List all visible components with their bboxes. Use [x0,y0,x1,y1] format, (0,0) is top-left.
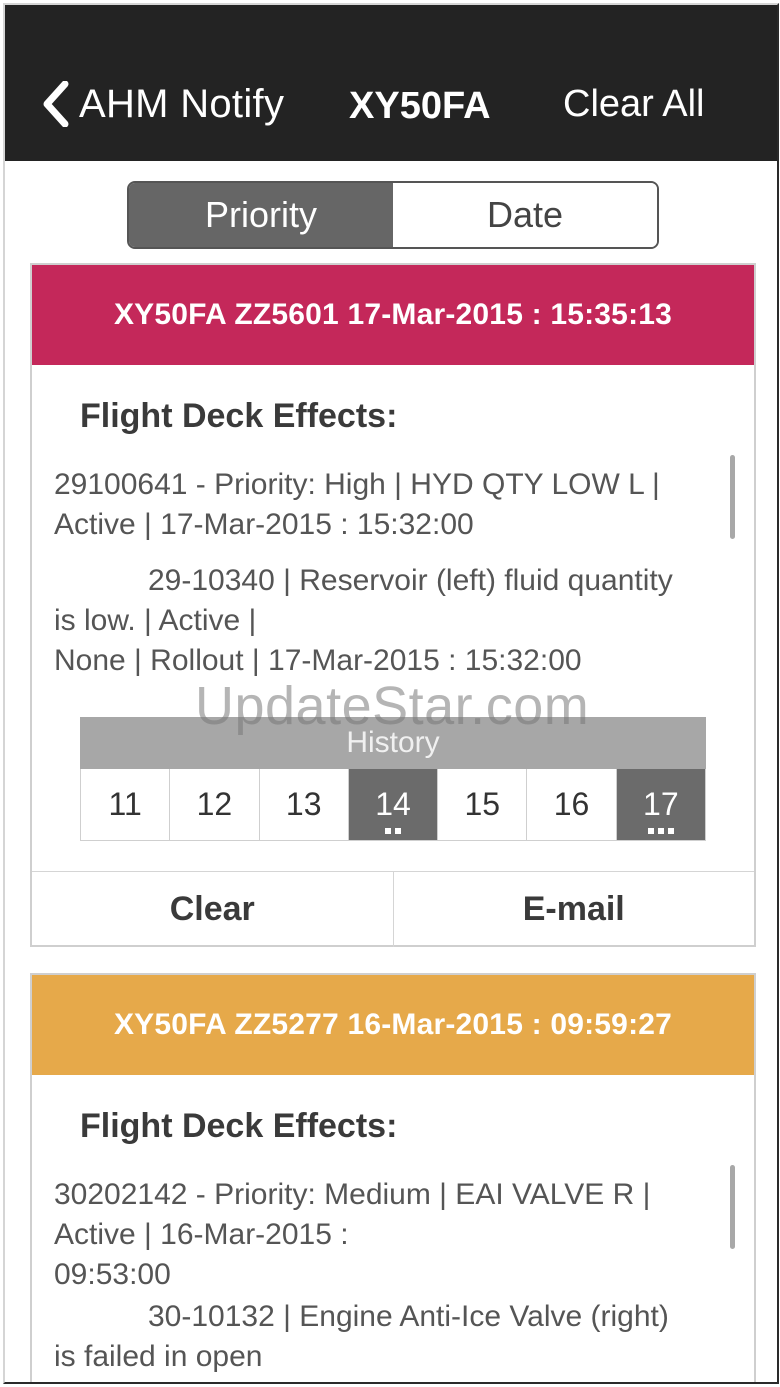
card-actions: Clear E-mail [32,871,754,947]
event-dots [349,828,437,834]
notification-card: XY50FA ZZ5277 16-Mar-2015 : 09:59:27 Fli… [30,973,756,1382]
fde-detail-line: is failed in open [54,1340,263,1373]
fde-detail-line: 30-10132 | Engine Anti-Ice Valve (right) [148,1300,669,1333]
history-day-11[interactable]: 11 [81,769,171,841]
flight-deck-effects-title: Flight Deck Effects: [80,397,398,435]
clear-all-button[interactable]: Clear All [563,83,705,126]
back-label: AHM Notify [79,81,285,126]
email-button[interactable]: E-mail [392,872,755,947]
sort-segmented-control: Priority Date [127,181,659,249]
fde-line: Active | 17-Mar-2015 : 15:32:00 [54,508,474,541]
app-screen: AHM Notify XY50FA Clear All Priority Dat… [3,3,779,1384]
segment-priority[interactable]: Priority [129,183,393,247]
fde-line: 09:53:00 [54,1258,171,1291]
notification-card: XY50FA ZZ5601 17-Mar-2015 : 15:35:13 Fli… [30,263,756,947]
watermark-text: UpdateStar.com [195,676,590,736]
back-button[interactable]: AHM Notify [41,81,284,127]
scrollbar[interactable] [730,455,735,539]
fde-line: 30202142 - Priority: Medium | EAI VALVE … [54,1178,651,1211]
notification-header[interactable]: XY50FA ZZ5601 17-Mar-2015 : 15:35:13 [32,265,754,365]
event-dots [617,828,705,834]
history-day-13[interactable]: 13 [259,769,349,841]
fde-message: 29100641 - Priority: High | HYD QTY LOW … [54,465,726,681]
history-day-14[interactable]: 14 [348,769,439,841]
history-day-16[interactable]: 16 [527,769,617,841]
fde-line: 29100641 - Priority: High | HYD QTY LOW … [54,468,660,501]
clear-button[interactable]: Clear [32,872,393,947]
fde-message: 30202142 - Priority: Medium | EAI VALVE … [54,1175,726,1377]
segment-date[interactable]: Date [393,183,657,247]
navigation-bar: AHM Notify XY50FA Clear All [5,5,777,161]
page-title: XY50FA [349,85,491,127]
history-day-17[interactable]: 17 [616,769,706,841]
scrollbar[interactable] [730,1165,735,1249]
notification-header[interactable]: XY50FA ZZ5277 16-Mar-2015 : 09:59:27 [32,975,754,1075]
fde-line: Active | 16-Mar-2015 : [54,1218,349,1251]
fde-detail-line: 29-10340 | Reservoir (left) fluid quanti… [148,564,673,597]
history-day-15[interactable]: 15 [438,769,528,841]
flight-deck-effects-title: Flight Deck Effects: [80,1107,398,1145]
history-days: 11 12 13 14 15 16 17 [80,769,706,841]
chevron-left-icon [43,81,69,127]
history-day-12[interactable]: 12 [170,769,260,841]
fde-detail-line: is low. | Active | [54,604,257,637]
